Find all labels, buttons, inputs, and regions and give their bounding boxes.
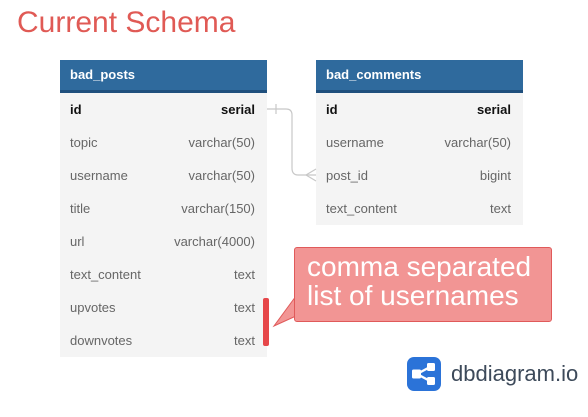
dbdiagram-logo-icon: [407, 357, 441, 391]
highlight-bar: [263, 298, 269, 346]
note-tail: [272, 294, 297, 328]
brand-name: dbdiagram.io: [451, 361, 579, 386]
note-line: comma separated: [307, 251, 532, 282]
note-line: list of usernames: [307, 280, 519, 311]
brand[interactable]: dbdiagram.io: [407, 357, 578, 391]
note-callout[interactable]: comma separated list of usernames: [294, 247, 552, 322]
